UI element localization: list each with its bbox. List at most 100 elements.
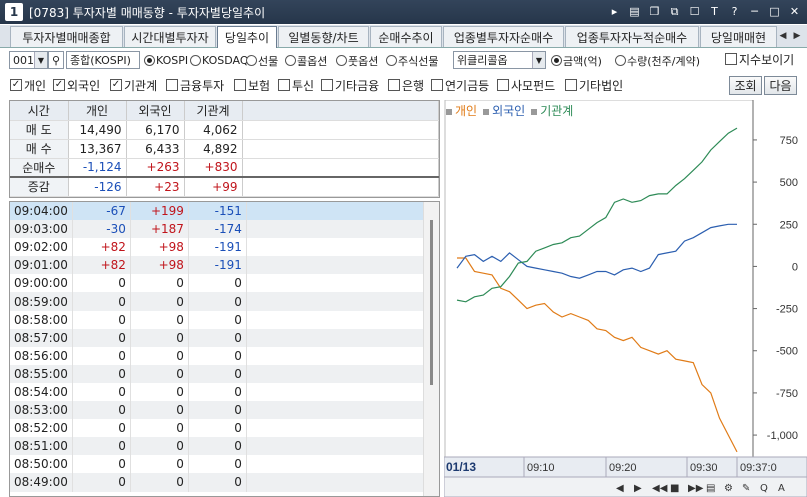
chart-toolbar-icon[interactable]: ▤ [706,483,715,494]
tab-daily-trading[interactable]: 당일매매현 [700,26,777,47]
table-row[interactable]: 09:03:00 -30 +187 -174 [10,220,439,239]
radio-dot [615,55,626,66]
tab-daily-chart[interactable]: 일별동향/차트 [278,26,369,47]
table-row[interactable]: 08:59:00 0 0 0 [10,292,439,311]
table-row[interactable]: 09:02:00 +82 +98 -191 [10,238,439,257]
checkbox-8[interactable]: 연기금등 [431,77,489,93]
dropdown-arrow-icon[interactable]: ▼ [532,52,545,68]
value-cell: 0 [188,419,247,438]
radio-call[interactable]: 콜옵션 [285,52,327,69]
value-cell: 0 [130,419,189,438]
chart-toolbar-icon[interactable]: ✎ [742,483,750,494]
value-cell: 0 [188,310,247,329]
value-cell: 0 [72,346,131,365]
font-size-icon[interactable]: T [706,3,723,20]
close-icon[interactable]: ✕ [786,3,803,20]
window-link-icon[interactable]: ❐ [646,3,663,20]
value-cell: +82 [72,238,131,257]
radio-quantity[interactable]: 수량(천주/계약) [615,52,700,69]
checkbox-label: 사모펀드 [511,78,556,93]
summary-cell: +23 [126,177,185,197]
checkbox-9[interactable]: 사모펀드 [497,77,555,93]
help-icon[interactable]: ? [726,3,743,20]
legend-swatch [483,108,490,115]
time-cell: 09:03:00 [10,220,73,239]
checkbox-label: 기관계 [124,78,158,93]
time-list-table[interactable]: 09:04:00 -67 +199 -151 09:03:00 -30 +187 -174 09… [9,201,440,497]
arrow-right-icon[interactable]: ▸ [606,3,623,20]
dropdown-arrow-icon[interactable]: ▼ [34,52,47,68]
checkbox-0[interactable]: ✓ 개인 [10,77,46,93]
radio-stock-futures[interactable]: 주식선물 [386,52,438,69]
radio-put[interactable]: 풋옵션 [336,52,378,69]
checkbox-7[interactable]: 은행 [388,77,424,93]
time-cell: 09:00:00 [10,274,73,293]
minimize-icon[interactable]: ─ [746,3,763,20]
chart-toolbar-icon[interactable]: ⚙ [724,483,733,494]
checkbox-10[interactable]: 기타법인 [565,77,623,93]
summary-cell: 6,170 [126,120,185,140]
table-row[interactable]: 08:56:00 0 0 0 [10,346,439,365]
table-row[interactable]: 08:58:00 0 0 0 [10,310,439,329]
index-show-checkbox[interactable]: 지수보이기 [725,51,794,67]
table-row[interactable]: 08:55:00 0 0 0 [10,364,439,383]
table-row[interactable]: 08:53:00 0 0 0 [10,401,439,420]
tab-sector-investor-net-buy[interactable]: 업종별투자자순매수 [443,26,564,47]
tab-intraday[interactable]: 당일추이 [217,26,277,48]
list-scrollbar[interactable] [423,202,439,496]
lock-icon[interactable]: ☐ [686,3,703,20]
table-row[interactable]: 08:51:00 0 0 0 [10,437,439,456]
table-row[interactable]: 08:50:00 0 0 0 [10,455,439,474]
table-row[interactable]: 08:54:00 0 0 0 [10,382,439,402]
chart-toolbar-icon[interactable]: ▶▶ [688,483,704,494]
copy-window-icon[interactable]: ⧉ [666,3,683,20]
chart-toolbar-icon[interactable]: ■ [670,483,679,494]
table-row[interactable]: 08:57:00 0 0 0 [10,328,439,347]
tab-next-icon[interactable]: ▶ [791,29,803,43]
tab-time-investor[interactable]: 시간대별투자자 [124,26,216,47]
scrollbar-thumb[interactable] [430,220,433,385]
weekly-option-select[interactable]: 위클리콜옵 ▼ [453,51,546,69]
chart-toolbar-icon[interactable]: Q [760,483,768,494]
tab-net-buy-trend[interactable]: 순매수추이 [370,26,442,47]
value-cell: 0 [72,455,131,474]
radio-amount[interactable]: 금액(억) [551,52,602,69]
radio-label: KOSDAQ [202,54,249,67]
col-header-institution: 기관계 [184,101,243,121]
search-icon[interactable]: ⚲ [48,51,64,69]
chart-toolbar-icon[interactable]: ◀◀ [652,483,668,494]
checkbox-5[interactable]: 투신 [278,77,314,93]
chart-toolbar-icon[interactable]: ▶ [634,483,642,494]
table-row[interactable]: 08:49:00 0 0 0 [10,473,439,492]
radio-label: 금액(억) [563,54,602,68]
checkbox-label: 은행 [402,78,425,93]
checkbox-1[interactable]: ✓ 외국인 [53,77,100,93]
checkbox-2[interactable]: ✓ 기관계 [110,77,157,93]
checkbox-4[interactable]: 보험 [234,77,270,93]
value-cell: 0 [130,473,189,492]
code-input[interactable]: 001 ▼ [9,51,48,69]
memo-icon[interactable]: ▤ [626,3,643,20]
radio-kosdaq[interactable]: KOSDAQ [190,52,249,69]
empty-cell [246,437,439,456]
query-button[interactable]: 조회 [729,76,762,95]
tab-sector-cumulative[interactable]: 업종투자자누적순매수 [565,26,699,47]
chart-toolbar-icon[interactable]: ◀ [616,483,624,494]
chart-toolbar-icon[interactable]: A [778,483,785,494]
table-row[interactable]: 08:52:00 0 0 0 [10,419,439,438]
tab-prev-icon[interactable]: ◀ [777,29,789,43]
empty-cell [246,328,439,347]
radio-kospi[interactable]: KOSPI [144,52,188,69]
tab-investor-summary[interactable]: 투자자별매매종합 [10,26,123,47]
table-row[interactable]: 09:00:00 0 0 0 [10,274,439,293]
maximize-icon[interactable]: □ [766,3,783,20]
table-row[interactable]: 09:01:00 +82 +98 -191 [10,256,439,275]
table-row[interactable]: 09:04:00 -67 +199 -151 [10,202,439,221]
checkbox-3[interactable]: 금융투자 [166,77,224,93]
next-button[interactable]: 다음 [764,76,797,95]
time-cell: 08:51:00 [10,437,73,456]
radio-futures[interactable]: 선물 [246,52,278,69]
market-field[interactable]: 종합(KOSPI) [66,51,140,69]
radio-dot [551,55,562,66]
checkbox-6[interactable]: 기타금융 [321,77,379,93]
